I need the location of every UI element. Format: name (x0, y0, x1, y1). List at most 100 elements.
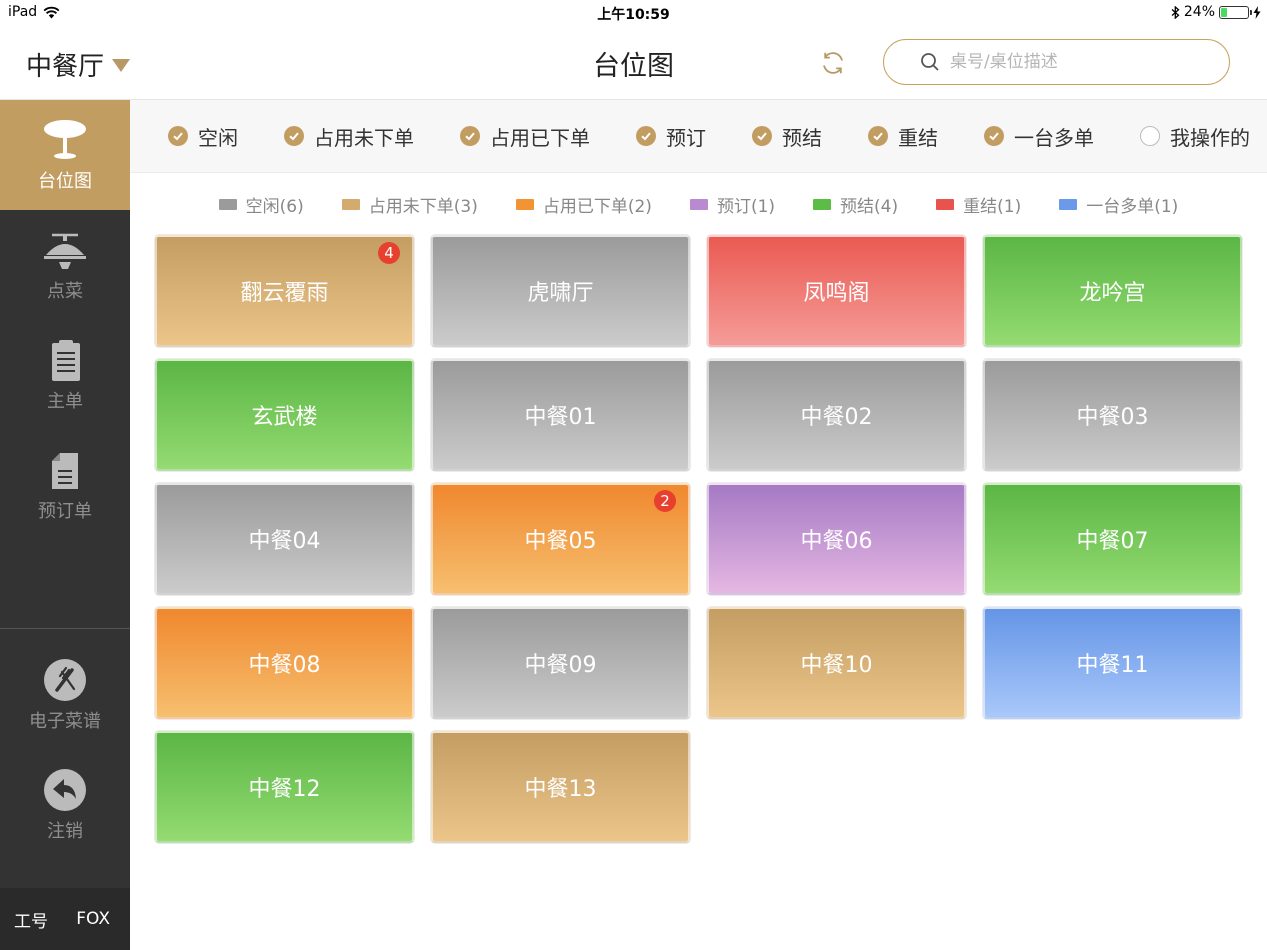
table-name: 龙吟宫 (1079, 281, 1146, 306)
table-name: 中餐06 (800, 529, 873, 554)
hall-name: 中餐厅 (26, 52, 105, 82)
filter-option[interactable]: 我操作的 (1140, 122, 1250, 151)
employee-id-label: 工号 (14, 911, 48, 932)
legend-swatch (218, 198, 237, 210)
table-tile[interactable]: 中餐03 (983, 359, 1242, 471)
menu-cutlery-icon (42, 657, 88, 703)
charging-icon (1253, 5, 1261, 19)
table-name: 翻云覆雨 (240, 281, 329, 306)
legend-item: 空闲(6) (218, 192, 304, 217)
table-tile[interactable]: 中餐01 (431, 359, 690, 471)
legend-item: 预结(4) (813, 192, 898, 217)
table-name: 虎啸厅 (527, 281, 594, 306)
checkmark-icon[interactable] (752, 126, 772, 146)
dropdown-triangle-icon (112, 59, 131, 72)
status-legend: 空闲(6) 占用未下单(3) 占用已下单(2) 预订(1) 预结(4) 重结(1) 一台多单… (130, 182, 1267, 226)
search-input[interactable] (950, 52, 1190, 72)
filter-option[interactable]: 一台多单 (984, 122, 1094, 151)
table-name: 凤鸣阁 (803, 281, 870, 306)
table-name: 中餐01 (524, 405, 597, 430)
table-name: 玄武楼 (251, 405, 318, 430)
filter-option[interactable]: 占用未下单 (284, 122, 414, 151)
checkmark-icon[interactable] (636, 126, 656, 146)
filter-label: 我操作的 (1170, 125, 1250, 150)
legend-swatch (515, 198, 534, 210)
checkmark-icon[interactable] (868, 126, 888, 146)
checkmark-icon[interactable] (460, 126, 480, 146)
sidebar-item-label: 主单 (47, 391, 83, 412)
status-filter-bar: 空闲 占用未下单 占用已下单 预订 预结 重结 一台多单 我操作的 (130, 100, 1267, 173)
table-tile[interactable]: 翻云覆雨 4 (155, 235, 414, 347)
legend-swatch (936, 198, 955, 210)
status-bar: iPad 上午10:59 24% (0, 0, 1267, 26)
sidebar-item-label: 台位图 (38, 171, 92, 192)
hall-selector[interactable]: 中餐厅 (26, 46, 131, 83)
checkmark-icon[interactable] (984, 126, 1004, 146)
filter-option[interactable]: 预结 (752, 122, 822, 151)
table-tile[interactable]: 玄武楼 (155, 359, 414, 471)
refresh-button[interactable] (818, 48, 848, 78)
sidebar-item-e-menu[interactable]: 电子菜谱 (0, 640, 130, 750)
document-icon (42, 447, 88, 493)
table-name: 中餐11 (1076, 653, 1149, 678)
sidebar-item-main-order[interactable]: 主单 (0, 320, 130, 430)
table-tile[interactable]: 虎啸厅 (431, 235, 690, 347)
sidebar-item-label: 点菜 (47, 281, 83, 302)
table-tile[interactable]: 中餐11 (983, 607, 1242, 719)
legend-swatch (813, 198, 832, 210)
sidebar-item-logout[interactable]: 注销 (0, 750, 130, 860)
sidebar-item-reservations[interactable]: 预订单 (0, 430, 130, 540)
sidebar-item-label: 注销 (47, 821, 83, 842)
status-right: 24% (1171, 4, 1261, 20)
filter-option[interactable]: 预订 (636, 122, 706, 151)
checkmark-icon[interactable] (168, 126, 188, 146)
table-name: 中餐02 (800, 405, 873, 430)
checkmark-icon[interactable] (284, 126, 304, 146)
legend-label: 占用未下单(3) (368, 196, 478, 217)
battery-level (1221, 7, 1228, 17)
table-name: 中餐03 (1076, 405, 1149, 430)
employee-id: 工号 FOX (0, 888, 130, 950)
table-tile[interactable]: 中餐13 (431, 731, 690, 843)
unchecked-circle-icon[interactable] (1140, 126, 1160, 146)
sidebar-item-table-map[interactable]: 台位图 (0, 100, 130, 210)
table-tile[interactable]: 中餐10 (707, 607, 966, 719)
legend-swatch (689, 198, 708, 210)
sidebar-item-order-dishes[interactable]: 点菜 (0, 210, 130, 320)
search-box[interactable] (883, 39, 1230, 85)
table-name: 中餐13 (524, 777, 597, 802)
table-tile[interactable]: 中餐02 (707, 359, 966, 471)
filter-label: 占用未下单 (314, 125, 414, 150)
legend-item: 重结(1) (936, 192, 1021, 217)
table-tile[interactable]: 中餐08 (155, 607, 414, 719)
order-count-badge: 4 (378, 242, 400, 264)
table-tile[interactable]: 中餐12 (155, 731, 414, 843)
filter-option[interactable]: 占用已下单 (460, 122, 590, 151)
table-tile[interactable]: 中餐04 (155, 483, 414, 595)
table-name: 中餐12 (248, 777, 321, 802)
legend-label: 一台多单(1) (1086, 196, 1179, 217)
table-tile[interactable]: 凤鸣阁 (707, 235, 966, 347)
table-tile[interactable]: 中餐06 (707, 483, 966, 595)
employee-id-value: FOX (76, 909, 110, 929)
table-tile[interactable]: 中餐05 2 (431, 483, 690, 595)
filter-option[interactable]: 重结 (868, 122, 938, 151)
legend-label: 空闲(6) (245, 196, 304, 217)
battery-icon (1219, 5, 1252, 19)
table-tile[interactable]: 中餐07 (983, 483, 1242, 595)
legend-item: 占用已下单(2) (515, 192, 652, 217)
sidebar-item-label: 预订单 (38, 501, 92, 522)
filter-label: 一台多单 (1014, 125, 1094, 150)
legend-label: 预结(4) (840, 196, 899, 217)
top-header: 中餐厅 台位图 (0, 26, 1267, 100)
table-tile[interactable]: 龙吟宫 (983, 235, 1242, 347)
table-name: 中餐05 (524, 529, 597, 554)
table-tile[interactable]: 中餐09 (431, 607, 690, 719)
clock: 上午10:59 (597, 7, 670, 23)
legend-label: 重结(1) (963, 196, 1022, 217)
search-icon (921, 53, 939, 71)
legend-swatch (1059, 198, 1078, 210)
table-name: 中餐04 (248, 529, 321, 554)
table-name: 中餐09 (524, 653, 597, 678)
filter-option[interactable]: 空闲 (168, 122, 238, 151)
